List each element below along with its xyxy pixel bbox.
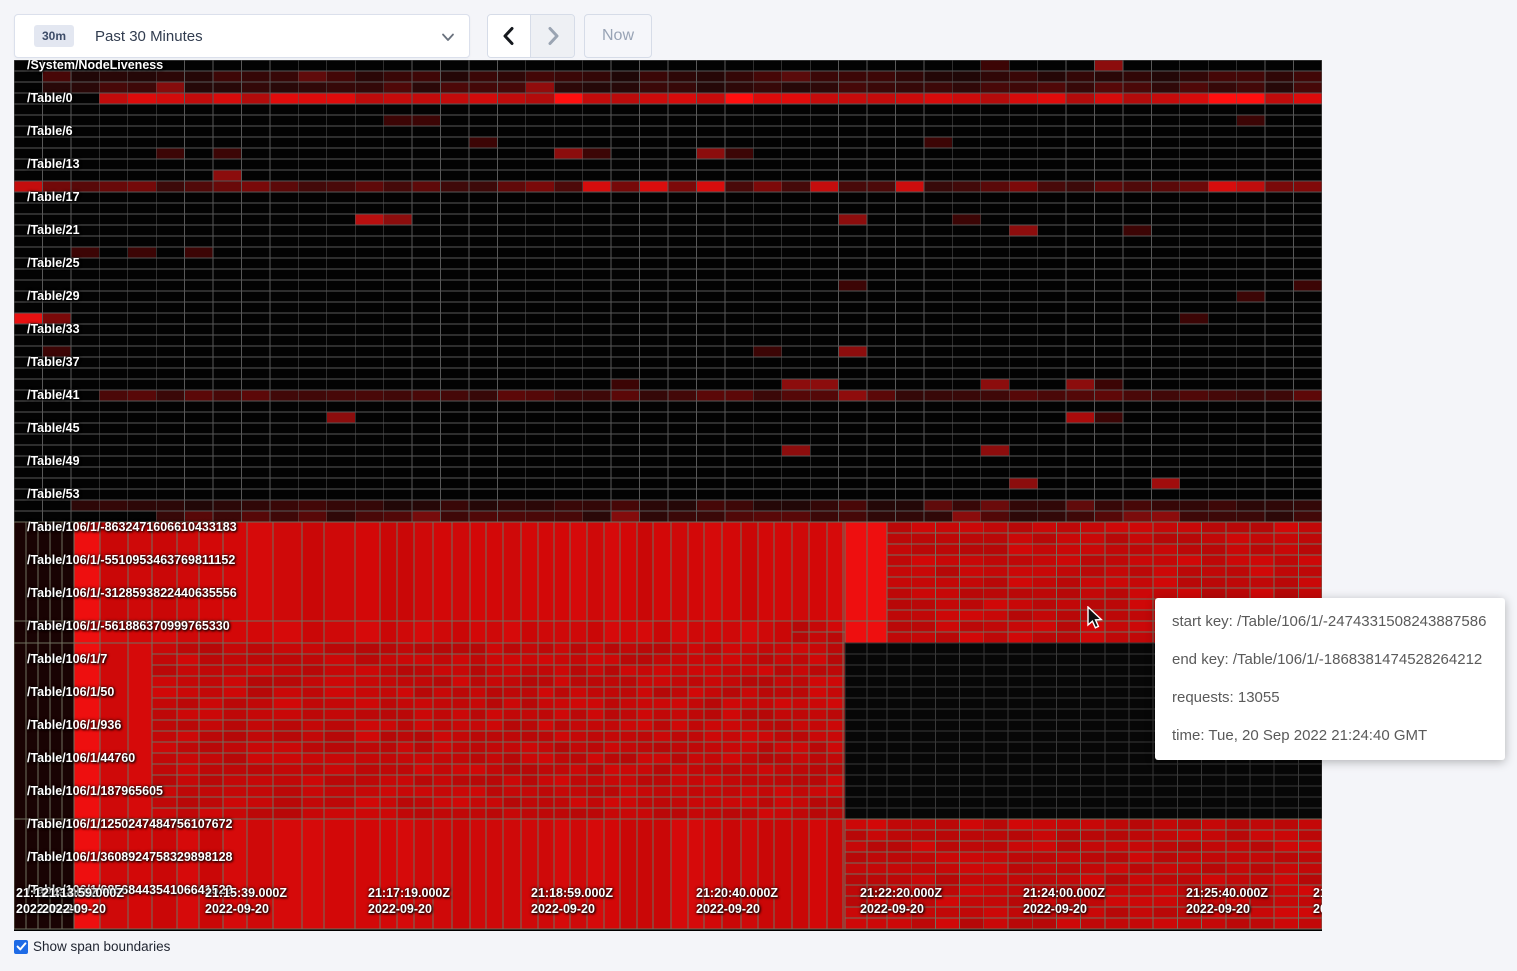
chevron-left-icon — [501, 26, 517, 46]
tooltip-requests: requests: 13055 — [1172, 689, 1505, 706]
cell-tooltip: start key: /Table/106/1/-247433150824388… — [1155, 598, 1505, 760]
time-window-dropdown[interactable]: 30m Past 30 Minutes — [14, 14, 470, 58]
duration-badge: 30m — [34, 25, 74, 47]
duration-label: Past 30 Minutes — [95, 28, 203, 45]
time-nav-group — [487, 14, 575, 58]
show-span-boundaries-checkbox[interactable] — [14, 940, 28, 954]
check-icon — [16, 941, 27, 952]
tooltip-end-key: end key: /Table/106/1/-18683814745282642… — [1172, 651, 1505, 668]
now-button[interactable]: Now — [584, 14, 652, 58]
toolbar: 30m Past 30 Minutes Now — [0, 0, 1517, 60]
heatmap-canvas[interactable] — [14, 60, 1322, 931]
tooltip-start-key: start key: /Table/106/1/-247433150824388… — [1172, 613, 1505, 630]
show-span-boundaries-label: Show span boundaries — [33, 939, 170, 954]
next-time-button[interactable] — [531, 15, 574, 57]
tooltip-time: time: Tue, 20 Sep 2022 21:24:40 GMT — [1172, 727, 1505, 744]
chevron-down-icon — [441, 30, 455, 49]
footer: Show span boundaries — [14, 939, 170, 954]
chevron-right-icon — [545, 26, 561, 46]
key-visualizer-heatmap[interactable]: /System/NodeLiveness/Table/0/Table/6/Tab… — [14, 60, 1322, 931]
prev-time-button[interactable] — [488, 15, 531, 57]
